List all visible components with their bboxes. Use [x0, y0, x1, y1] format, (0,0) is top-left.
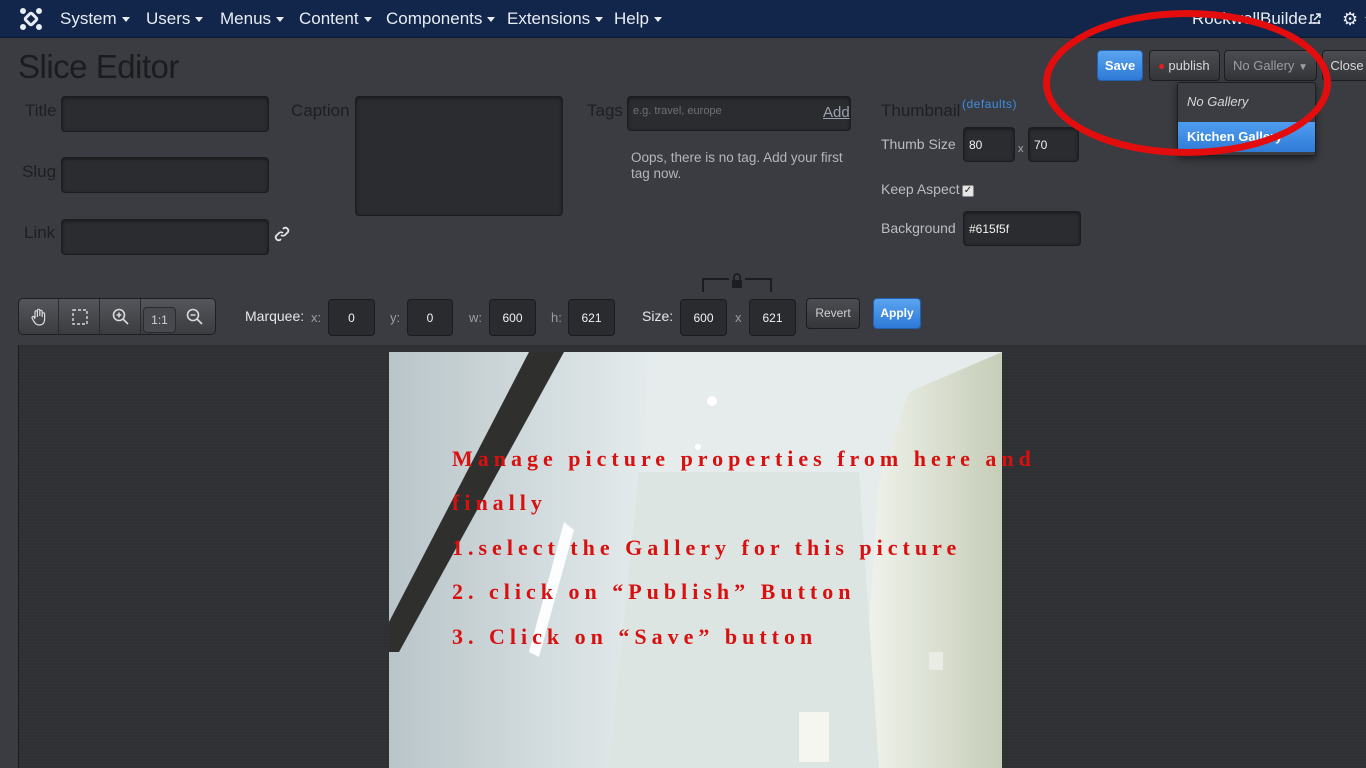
- thumbnail-label: Thumbnail: [881, 101, 961, 120]
- instruction-line: 2. click on “Publish” Button: [452, 579, 856, 604]
- menu-label: System: [60, 9, 117, 28]
- marquee-x-input[interactable]: 0: [328, 299, 375, 336]
- x-label: x:: [311, 310, 322, 325]
- marquee-w-input[interactable]: 600: [489, 299, 536, 336]
- link-label: Link: [24, 223, 56, 242]
- menu-label: Menus: [220, 9, 272, 28]
- chevron-down-icon: [121, 17, 130, 23]
- thumb-width-value: 80: [969, 138, 983, 152]
- menu-label: Help: [614, 9, 649, 28]
- size-height-input[interactable]: 621: [749, 299, 796, 336]
- tags-add-link[interactable]: Add: [823, 104, 850, 121]
- chevron-down-icon: [195, 17, 204, 23]
- size-width-input[interactable]: 600: [680, 299, 727, 336]
- menu-users[interactable]: Users: [146, 9, 204, 29]
- menu-label: Content: [299, 9, 359, 28]
- size-label: Size:: [642, 308, 674, 324]
- marquee-h-input[interactable]: 621: [568, 299, 615, 336]
- instruction-line: 1.select the Gallery for this picture: [452, 535, 962, 560]
- menu-components[interactable]: Components: [386, 9, 496, 29]
- lock-icon[interactable]: [729, 272, 745, 290]
- title-input[interactable]: [61, 96, 269, 132]
- gear-icon[interactable]: ⚙: [1342, 9, 1358, 30]
- zoom-out-button[interactable]: [175, 299, 215, 334]
- keep-aspect-label: Keep Aspect: [881, 181, 960, 197]
- marquee-label: Marquee:: [245, 308, 305, 324]
- page-title: Slice Editor: [18, 48, 179, 85]
- joomla-logo-icon[interactable]: [18, 6, 44, 32]
- chevron-down-icon: [595, 17, 604, 23]
- caption-label: Caption: [291, 101, 350, 120]
- thumb-height-value: 70: [1034, 138, 1048, 152]
- defaults-link[interactable]: (defaults): [962, 97, 1017, 111]
- size-times-sign: x: [735, 310, 742, 325]
- tags-label: Tags: [587, 101, 623, 120]
- slug-label: Slug: [22, 162, 57, 181]
- y-label: y:: [390, 310, 401, 325]
- chevron-down-icon: [276, 17, 285, 23]
- menu-system[interactable]: System: [60, 9, 130, 29]
- zoom-out-icon: [186, 308, 203, 325]
- marquee-tool-button[interactable]: [60, 299, 100, 334]
- canvas-tool-group: [18, 298, 216, 335]
- thumb-size-label: Thumb Size: [881, 136, 956, 152]
- menu-label: Users: [146, 9, 191, 28]
- instruction-line: 3. Click on “Save” button: [452, 624, 818, 649]
- tags-empty-message: Oops, there is no tag. Add your first ta…: [631, 150, 843, 181]
- keep-aspect-checkbox[interactable]: ✓: [962, 185, 974, 197]
- menu-menus[interactable]: Menus: [220, 9, 285, 29]
- annotation-ellipse: [1043, 10, 1331, 156]
- menu-label: Extensions: [507, 9, 591, 28]
- w-label: w:: [469, 310, 482, 325]
- apply-button[interactable]: Apply: [873, 298, 921, 329]
- caption-textarea[interactable]: [355, 96, 563, 216]
- revert-button[interactable]: Revert: [806, 298, 860, 329]
- title-label: Title: [25, 101, 57, 120]
- menu-content[interactable]: Content: [299, 9, 372, 29]
- chain-link-icon[interactable]: [274, 226, 290, 242]
- background-label: Background: [881, 220, 956, 236]
- zoom-reset-button[interactable]: 1:1: [143, 307, 176, 333]
- menu-extensions[interactable]: Extensions: [507, 9, 604, 29]
- pan-tool-button[interactable]: [19, 299, 59, 334]
- zoom-in-button[interactable]: [101, 299, 141, 334]
- menu-help[interactable]: Help: [614, 9, 662, 29]
- slug-input[interactable]: [61, 157, 269, 193]
- instruction-line: Manage picture properties from here and: [452, 446, 1036, 471]
- chevron-down-icon: [653, 17, 662, 23]
- external-link-icon[interactable]: [1309, 13, 1321, 25]
- times-sign: x: [1018, 143, 1024, 155]
- marquee-select-icon: [72, 309, 88, 325]
- link-input[interactable]: [61, 219, 269, 255]
- instruction-line: finally: [452, 490, 547, 515]
- h-label: h:: [551, 310, 562, 325]
- hand-icon: [31, 308, 46, 326]
- zoom-in-icon: [112, 308, 129, 325]
- menu-label: Components: [386, 9, 483, 28]
- chevron-down-icon: [363, 17, 372, 23]
- tags-placeholder: e.g. travel, europe: [633, 105, 722, 117]
- marquee-y-input[interactable]: 0: [407, 299, 453, 336]
- background-color-value: #615f5f: [969, 222, 1010, 236]
- chevron-down-icon: [487, 17, 496, 23]
